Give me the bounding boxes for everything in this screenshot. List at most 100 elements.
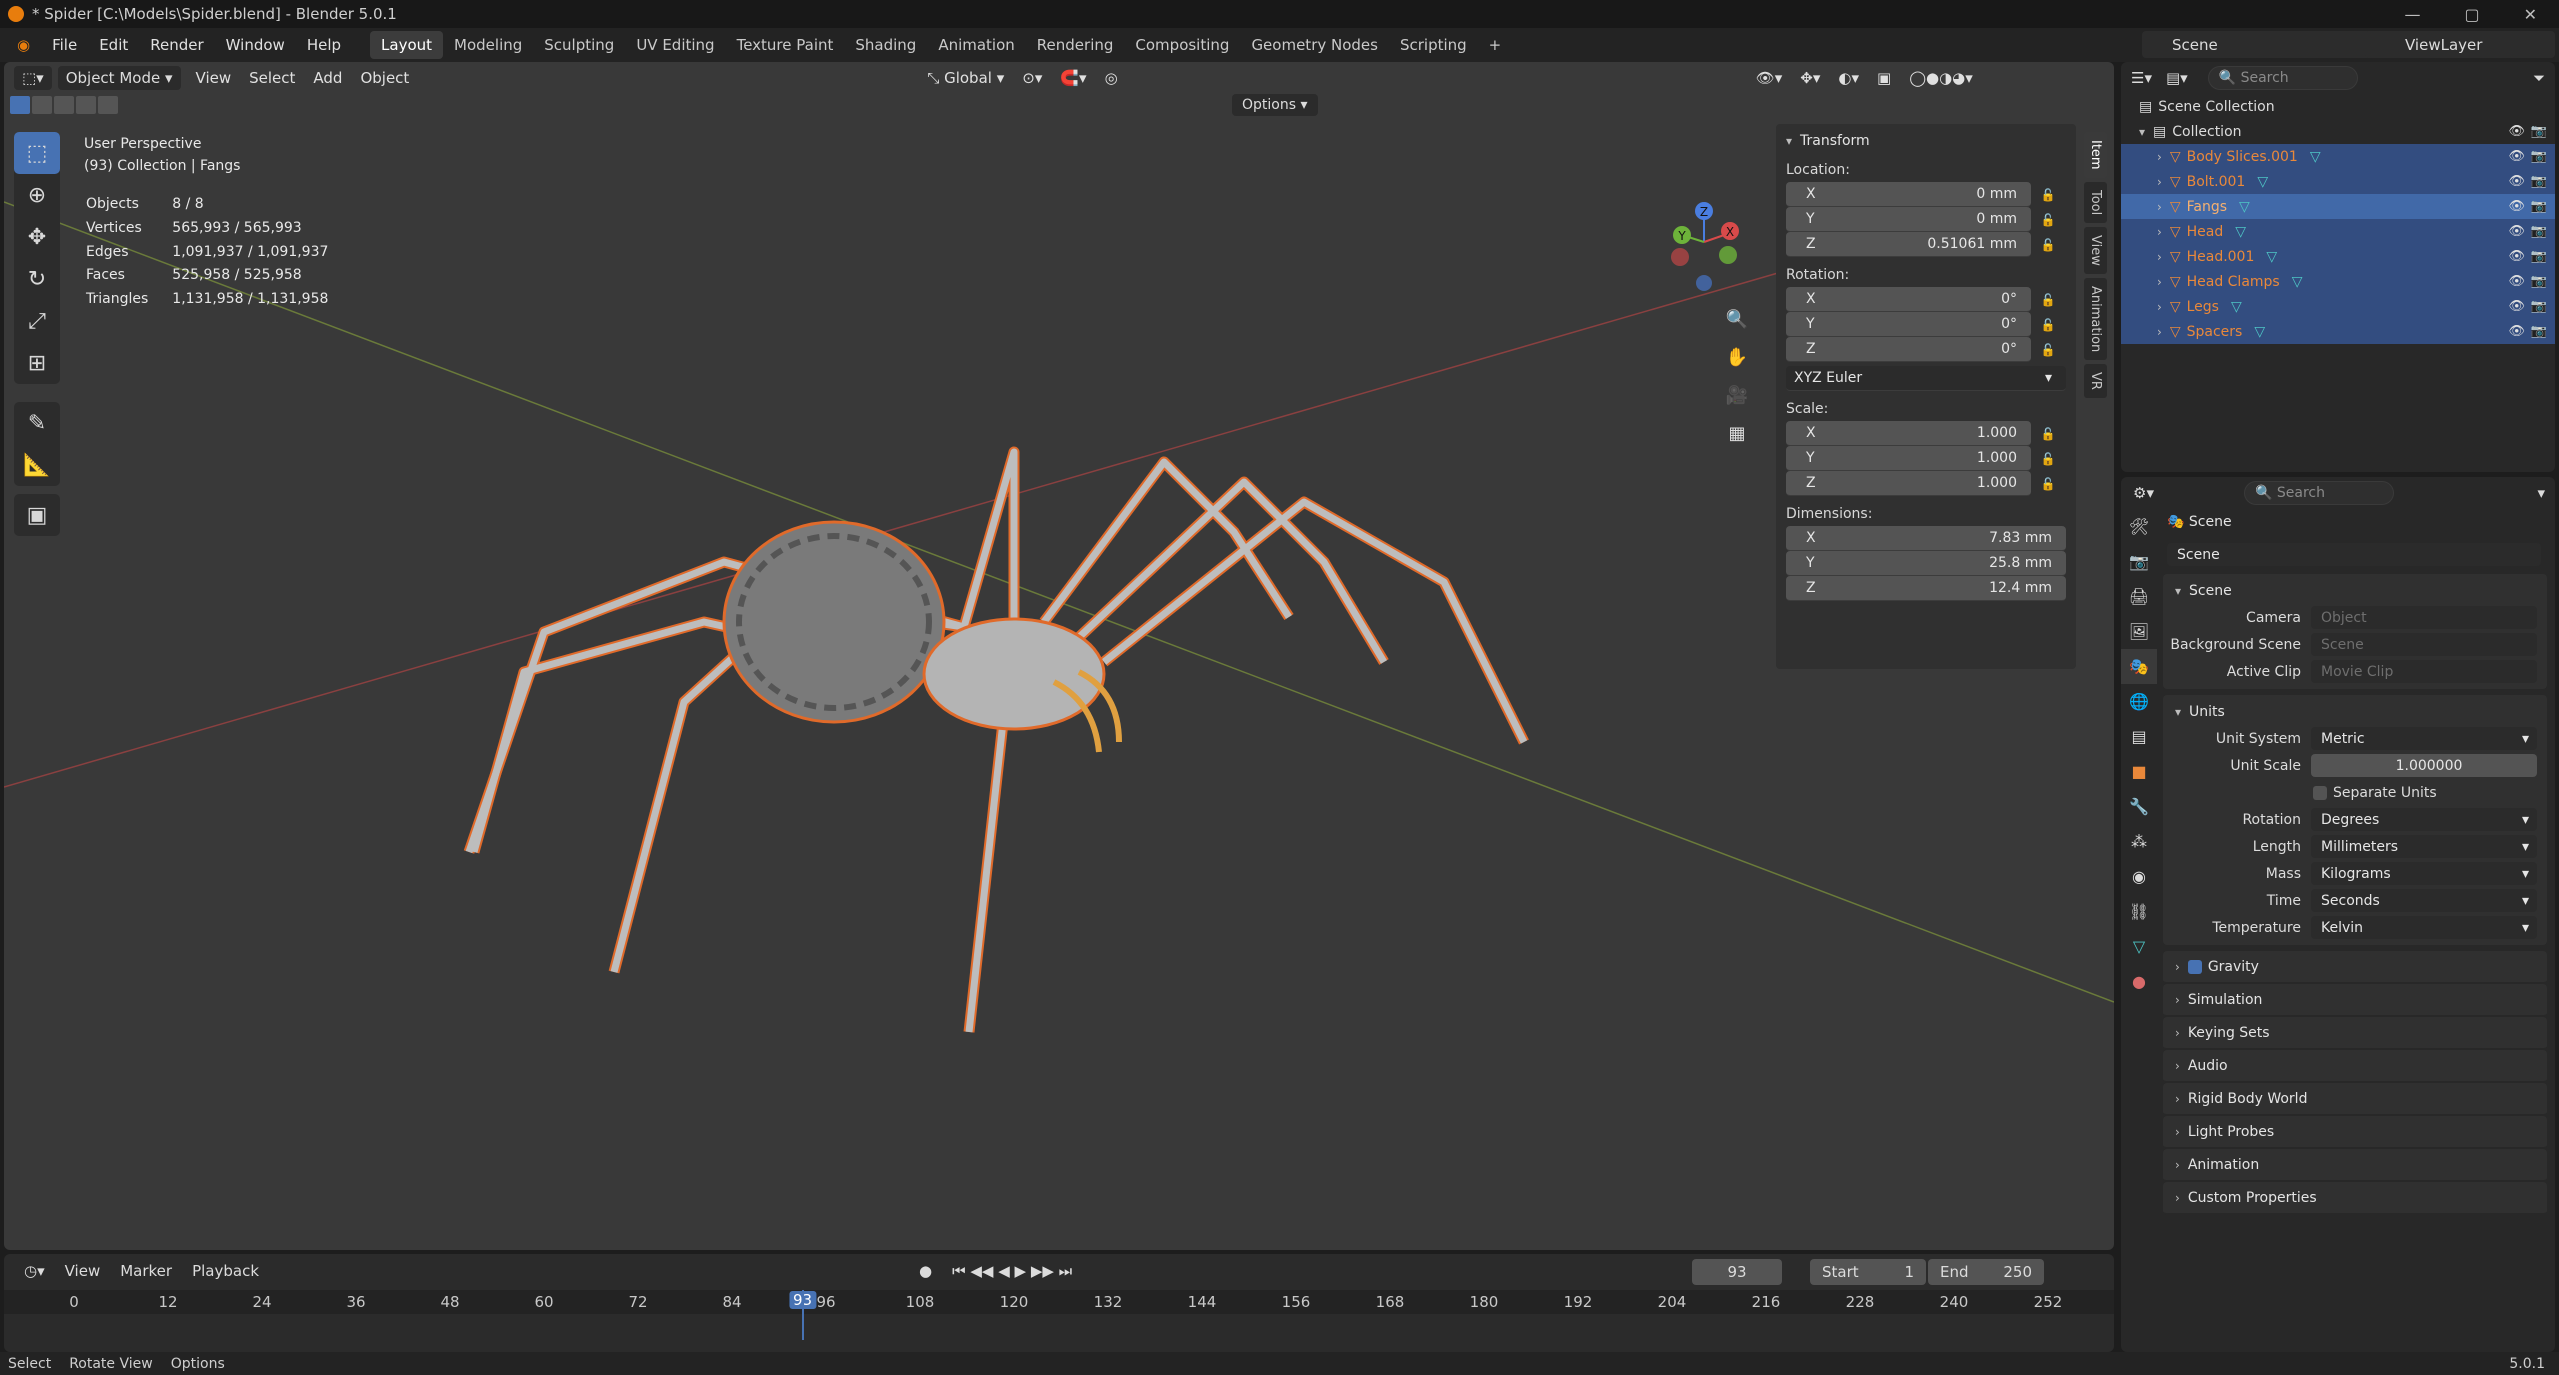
menu-window[interactable]: Window (215, 31, 296, 59)
unit-scale-field[interactable]: 1.000000 (2311, 754, 2537, 777)
chevron-right-icon[interactable]: › (2157, 175, 2162, 189)
length-unit-dropdown[interactable]: Millimeters ▾ (2311, 835, 2537, 858)
lock-icon[interactable]: 🔓 (2037, 238, 2059, 252)
transform-icon[interactable]: ⊞ (14, 342, 60, 384)
select-intersect-icon[interactable] (98, 96, 118, 114)
scene-name-field[interactable]: Scene (2167, 543, 2541, 566)
physics-tab-icon[interactable]: ◉ (2121, 859, 2157, 894)
properties-editor-type-icon[interactable]: ⚙▾ (2133, 484, 2154, 502)
menu-render[interactable]: Render (139, 31, 214, 59)
mode-dropdown[interactable]: Object Mode ▾ (57, 66, 181, 90)
sidebar-tab-tool[interactable]: Tool (2084, 181, 2107, 223)
render-tab-icon[interactable]: 📷 (2121, 544, 2157, 579)
viewport-menu-view[interactable]: View (187, 69, 241, 87)
camera-icon[interactable]: 📷 (2531, 174, 2547, 189)
proportional-edit-icon[interactable]: ◎ (1096, 69, 1127, 87)
dimension-y-field[interactable]: Y 25.8 mm (1786, 551, 2066, 576)
timeline-menu-marker[interactable]: Marker (110, 1262, 182, 1280)
select-new-icon[interactable] (10, 96, 30, 114)
workspace-tab-rendering[interactable]: Rendering (1026, 31, 1125, 59)
move-icon[interactable]: ✥ (14, 216, 60, 258)
maximize-icon[interactable]: ▢ (2464, 5, 2479, 24)
outliner-item[interactable]: › ▽ Head Clamps ▽ 👁 📷 (2121, 269, 2555, 294)
object-tab-icon[interactable]: ■ (2121, 754, 2157, 789)
gizmo-toggle-icon[interactable]: ✥▾ (1791, 69, 1829, 87)
chevron-right-icon[interactable]: › (2157, 225, 2162, 239)
chevron-down-icon[interactable]: ▾ (2139, 125, 2145, 139)
shading-modes-icon[interactable]: ◯●◑◕▾ (1900, 69, 1982, 87)
workspace-tab-modeling[interactable]: Modeling (443, 31, 533, 59)
constraints-tab-icon[interactable]: ⛓ (2121, 894, 2157, 929)
workspace-tab-scripting[interactable]: Scripting (1389, 31, 1478, 59)
background-scene-field[interactable]: Scene (2311, 633, 2537, 656)
chevron-right-icon[interactable]: › (2157, 150, 2162, 164)
chevron-right-icon[interactable]: › (2157, 325, 2162, 339)
view-layer-tab-icon[interactable]: 🖼 (2121, 614, 2157, 649)
outliner-item[interactable]: › ▽ Legs ▽ 👁 📷 (2121, 294, 2555, 319)
measure-icon[interactable]: 📐 (14, 444, 60, 486)
chevron-right-icon[interactable]: › (2157, 250, 2162, 264)
scene-tab-icon[interactable]: 🎭 (2121, 649, 2157, 684)
outliner-item[interactable]: › ▽ Bolt.001 ▽ 👁 📷 (2121, 169, 2555, 194)
eye-icon[interactable]: 👁 (2508, 324, 2525, 339)
close-icon[interactable]: ✕ (2524, 5, 2537, 24)
checkbox-icon[interactable] (2313, 785, 2327, 800)
select-extend-icon[interactable] (32, 96, 52, 114)
playback-controls[interactable]: ⏮ ◀◀ ◀ ▶ ▶▶ ⏭ (942, 1262, 1082, 1280)
rigid-body-world-panel[interactable]: › Rigid Body World (2163, 1083, 2547, 1116)
timeline-editor-type-icon[interactable]: ◷▾ (14, 1262, 55, 1280)
eye-icon[interactable]: 👁 (2508, 249, 2525, 264)
select-subtract-icon[interactable] (54, 96, 74, 114)
lock-icon[interactable]: 🔓 (2037, 318, 2059, 332)
lock-icon[interactable]: 🔓 (2037, 188, 2059, 202)
unit-system-dropdown[interactable]: Metric ▾ (2311, 727, 2537, 750)
workspace-tab-compositing[interactable]: Compositing (1124, 31, 1240, 59)
workspace-tab-sculpting[interactable]: Sculpting (533, 31, 625, 59)
outliner-item[interactable]: › ▽ Body Slices.001 ▽ 👁 📷 (2121, 144, 2555, 169)
camera-icon[interactable]: 📷 (2531, 199, 2547, 214)
scene-panel-header[interactable]: ▾ Scene (2163, 578, 2547, 604)
blender-menu-icon[interactable]: ◉ (6, 31, 41, 59)
gravity-panel[interactable]: › Gravity (2163, 951, 2547, 984)
separate-units-checkbox[interactable]: Separate Units (2163, 779, 2547, 806)
filter-icon[interactable]: ⏷ (2533, 69, 2545, 87)
rotation-unit-dropdown[interactable]: Degrees ▾ (2311, 808, 2537, 831)
transform-header[interactable]: ▾ Transform (1786, 130, 2066, 152)
mass-unit-dropdown[interactable]: Kilograms ▾ (2311, 862, 2537, 885)
dimension-z-field[interactable]: Z 12.4 mm (1786, 576, 2066, 601)
camera-icon[interactable]: 📷 (2531, 299, 2547, 314)
eye-icon[interactable]: 👁 (2508, 149, 2525, 164)
camera-view-icon[interactable]: 🎥 (1722, 380, 1752, 410)
workspace-tab-uv-editing[interactable]: UV Editing (625, 31, 725, 59)
current-frame-field[interactable]: 93 (1692, 1259, 1782, 1285)
audio-panel[interactable]: › Audio (2163, 1050, 2547, 1083)
pivot-icon[interactable]: ⊙▾ (1013, 69, 1051, 87)
eye-icon[interactable]: 👁 (2508, 174, 2525, 189)
rotate-icon[interactable]: ↻ (14, 258, 60, 300)
options-dropdown[interactable]: Options ▾ (1232, 94, 1318, 116)
zoom-icon[interactable]: 🔍 (1722, 304, 1752, 334)
annotate-icon[interactable]: ✎ (14, 402, 60, 444)
viewport-menu-object[interactable]: Object (351, 69, 418, 87)
scale-z-field[interactable]: Z 1.000 (1786, 471, 2031, 496)
outliner-item[interactable]: › ▽ Spacers ▽ 👁 📷 (2121, 319, 2555, 344)
viewport-menu-add[interactable]: Add (304, 69, 351, 87)
eye-icon[interactable]: 👁 (2508, 124, 2525, 139)
pan-hand-icon[interactable]: ✋ (1722, 342, 1752, 372)
sidebar-tab-item[interactable]: Item (2084, 132, 2107, 178)
lock-icon[interactable]: 🔓 (2037, 452, 2059, 466)
rotation-y-field[interactable]: Y 0° (1786, 312, 2031, 337)
eye-icon[interactable]: 👁 (2508, 199, 2525, 214)
camera-icon[interactable]: 📷 (2531, 124, 2547, 139)
viewport-menu-select[interactable]: Select (240, 69, 304, 87)
chevron-right-icon[interactable]: › (2157, 200, 2162, 214)
frame-ruler[interactable]: 0 12 24 36 48 60 72 84 96 108 120 132 144 156 168 180 19… (4, 1290, 2114, 1314)
workspace-tab-animation[interactable]: Animation (927, 31, 1025, 59)
select-box-icon[interactable]: ⬚ (14, 132, 60, 174)
visibility-icon[interactable]: 👁▾ (1747, 69, 1792, 87)
temperature-unit-dropdown[interactable]: Kelvin ▾ (2311, 916, 2537, 939)
end-frame-field[interactable]: End 250 (1928, 1259, 2044, 1285)
time-unit-dropdown[interactable]: Seconds ▾ (2311, 889, 2537, 912)
material-tab-icon[interactable]: ● (2121, 964, 2157, 999)
cursor-icon[interactable]: ⊕ (14, 174, 60, 216)
